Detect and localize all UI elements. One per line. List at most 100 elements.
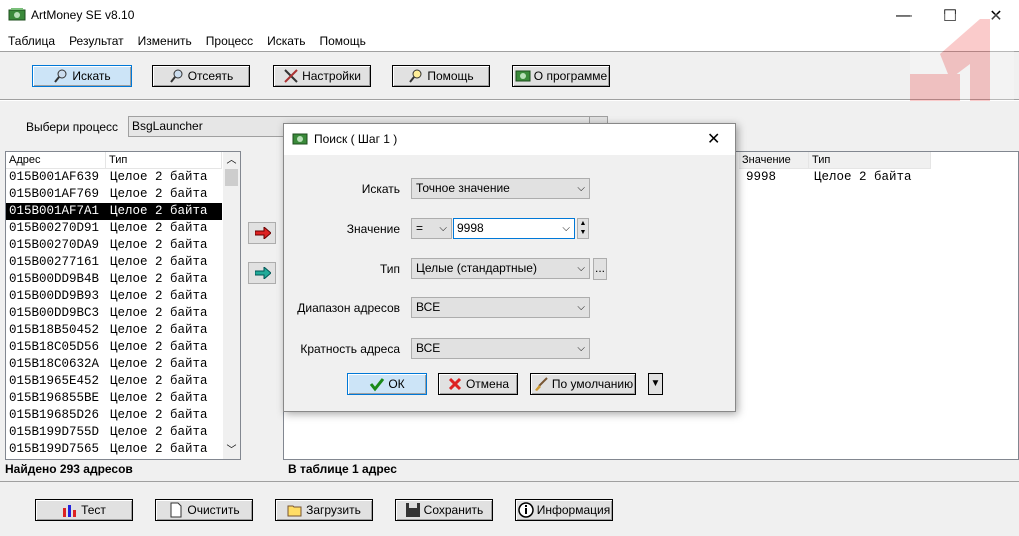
menu-process[interactable]: Процесс bbox=[206, 31, 253, 51]
list-item[interactable]: 015B196855BE Целое 2 байта bbox=[6, 390, 222, 407]
operator-value: = bbox=[416, 221, 424, 235]
menu-help[interactable]: Помощь bbox=[319, 31, 365, 51]
chevron-down-icon: ⌵ bbox=[577, 183, 585, 194]
value-spinner[interactable]: ▲ ▼ bbox=[577, 218, 589, 239]
settings-button-label: Настройки bbox=[302, 69, 361, 83]
address-alignment-value: ВСЕ bbox=[416, 341, 441, 355]
list-item[interactable]: 015B18B50452 Целое 2 байта bbox=[6, 322, 222, 339]
operator-select[interactable]: = ⌵ bbox=[411, 218, 452, 239]
list-item[interactable]: 015B18C0632A Целое 2 байта bbox=[6, 356, 222, 373]
add-to-table-button[interactable] bbox=[248, 222, 276, 244]
ok-button[interactable]: ОК bbox=[347, 373, 427, 395]
list-item-type: Целое 2 байта bbox=[110, 374, 208, 388]
dropdown-arrow-icon: ▼ bbox=[650, 378, 661, 389]
table-cell-type: Целое 2 байта bbox=[814, 170, 912, 184]
column-header-address[interactable]: Адрес bbox=[6, 152, 106, 169]
tools-icon bbox=[284, 69, 298, 83]
clear-button[interactable]: Очистить bbox=[155, 499, 253, 521]
list-item[interactable]: 015B00277161 Целое 2 байта bbox=[6, 254, 222, 271]
default-button-label: По умолчанию bbox=[551, 377, 634, 391]
address-alignment-label: Кратность адреса bbox=[300, 342, 400, 356]
cancel-button-label: Отмена bbox=[465, 377, 510, 391]
menu-edit[interactable]: Изменить bbox=[138, 31, 192, 51]
list-item[interactable]: 015B199D7565 Целое 2 байта bbox=[6, 441, 222, 458]
dialog-title-bar: Поиск ( Шаг 1 ) ✕ bbox=[284, 124, 735, 155]
value-input[interactable]: 9998 ⌵ bbox=[453, 218, 575, 239]
checkmark-icon bbox=[370, 378, 385, 392]
type-options-button[interactable]: ... bbox=[593, 258, 607, 280]
help-magnifier-icon bbox=[409, 69, 422, 83]
load-button-label: Загрузить bbox=[306, 503, 361, 517]
list-item[interactable]: 015B00DD9B4B Целое 2 байта bbox=[6, 271, 222, 288]
type-select[interactable]: Целые (стандартные) ⌵ bbox=[411, 258, 590, 279]
process-label: Выбери процесс bbox=[26, 120, 119, 134]
about-button[interactable]: О программе bbox=[512, 65, 610, 87]
list-item[interactable]: 015B00DD9BC3 Целое 2 байта bbox=[6, 305, 222, 322]
table-count-status: В таблице 1 адрес bbox=[288, 462, 397, 476]
more-options-button[interactable]: ▼ bbox=[648, 373, 663, 395]
list-item[interactable]: 015B1965E452 Целое 2 байта bbox=[6, 373, 222, 390]
list-item[interactable]: 015B00DD9B93 Целое 2 байта bbox=[6, 288, 222, 305]
list-item-address: 015B00DD9B4B bbox=[9, 272, 100, 286]
list-item-address: 015B199D7565 bbox=[9, 442, 100, 456]
column-header-type[interactable]: Тип bbox=[809, 152, 931, 169]
info-button[interactable]: Информация bbox=[515, 499, 613, 521]
list-item[interactable]: 015B00270D91 Целое 2 байта bbox=[6, 220, 222, 237]
cancel-button[interactable]: Отмена bbox=[438, 373, 518, 395]
list-item[interactable]: 015B18C05D56 Целое 2 байта bbox=[6, 339, 222, 356]
dialog-close-icon[interactable]: ✕ bbox=[707, 129, 720, 149]
add-all-to-table-button[interactable] bbox=[248, 262, 276, 284]
settings-button[interactable]: Настройки bbox=[273, 65, 371, 87]
scroll-down-icon[interactable]: ﹀ bbox=[223, 442, 240, 459]
list-item[interactable]: 015B19685D26 Целое 2 байта bbox=[6, 407, 222, 424]
menu-table[interactable]: Таблица bbox=[8, 31, 55, 51]
list-item-type: Целое 2 байта bbox=[110, 408, 208, 422]
load-button[interactable]: Загрузить bbox=[275, 499, 373, 521]
list-item-type: Целое 2 байта bbox=[110, 391, 208, 405]
table-row[interactable]: 9998 Целое 2 байта bbox=[739, 169, 931, 186]
list-item-address: 015B001AF7A1 bbox=[9, 204, 100, 218]
list-item-address: 015B1965E452 bbox=[9, 374, 100, 388]
address-alignment-select[interactable]: ВСЕ ⌵ bbox=[411, 338, 590, 359]
list-item-type: Целое 2 байта bbox=[110, 323, 208, 337]
test-button[interactable]: Тест bbox=[35, 499, 133, 521]
address-range-label: Диапазон адресов bbox=[297, 301, 400, 315]
chevron-down-icon: ⌵ bbox=[439, 223, 447, 234]
open-folder-icon bbox=[287, 505, 302, 517]
list-item-type: Целое 2 байта bbox=[110, 221, 208, 235]
chevron-down-icon: ⌵ bbox=[577, 263, 585, 274]
bottom-toolbar: Тест Очистить Загрузить Сохранить Информ… bbox=[0, 481, 1019, 536]
scroll-up-icon[interactable]: ︿ bbox=[223, 152, 240, 169]
list-item-type: Целое 2 байта bbox=[110, 238, 208, 252]
menu-result[interactable]: Результат bbox=[69, 31, 124, 51]
scrollbar-thumb[interactable] bbox=[225, 169, 238, 186]
list-item[interactable]: 015B001AF769 Целое 2 байта bbox=[6, 186, 222, 203]
menu-search[interactable]: Искать bbox=[267, 31, 305, 51]
address-range-select[interactable]: ВСЕ ⌵ bbox=[411, 297, 590, 318]
floppy-disk-icon bbox=[405, 503, 420, 517]
chevron-down-icon: ⌵ bbox=[577, 302, 585, 313]
list-item-type: Целое 2 байта bbox=[110, 442, 208, 456]
vertical-scrollbar[interactable]: ︿ ﹀ bbox=[223, 152, 240, 459]
help-button-label: Помощь bbox=[427, 69, 474, 83]
column-header-value[interactable]: Значение bbox=[739, 152, 809, 169]
search-button[interactable]: Искать bbox=[32, 65, 132, 87]
default-button[interactable]: По умолчанию bbox=[530, 373, 636, 395]
cross-icon bbox=[448, 377, 462, 391]
app-icon bbox=[8, 8, 26, 21]
search-mode-select[interactable]: Точное значение ⌵ bbox=[411, 178, 590, 199]
list-item-address: 015B19685D26 bbox=[9, 408, 100, 422]
save-button[interactable]: Сохранить bbox=[395, 499, 493, 521]
list-item-address: 015B18C05D56 bbox=[9, 340, 100, 354]
list-item[interactable]: 015B001AF7A1 Целое 2 байта bbox=[6, 203, 222, 220]
found-address-list[interactable]: Адрес Тип 015B001AF639 Целое 2 байта 015B0… bbox=[5, 151, 241, 460]
list-item-address: 015B00270D91 bbox=[9, 221, 100, 235]
list-item[interactable]: 015B001AF639 Целое 2 байта bbox=[6, 169, 222, 186]
filter-button[interactable]: Отсеять bbox=[152, 65, 250, 87]
list-item[interactable]: 015B00270DA9 Целое 2 байта bbox=[6, 237, 222, 254]
list-item[interactable]: 015B199D755D Целое 2 байта bbox=[6, 424, 222, 441]
found-count-status: Найдено 293 адресов bbox=[5, 462, 133, 476]
column-header-type[interactable]: Тип bbox=[106, 152, 222, 169]
list-item-type: Целое 2 байта bbox=[110, 204, 208, 218]
help-button[interactable]: Помощь bbox=[392, 65, 490, 87]
